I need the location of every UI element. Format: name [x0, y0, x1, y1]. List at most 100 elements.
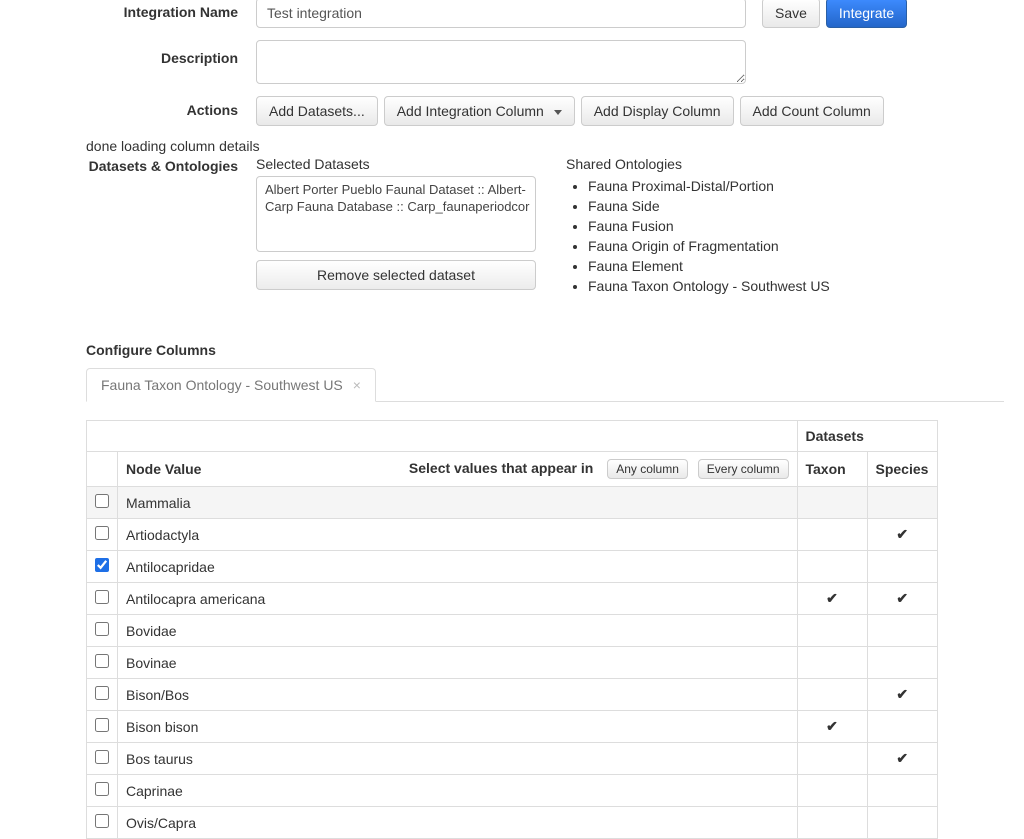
list-item[interactable]: Albert Porter Pueblo Faunal Dataset :: A…: [263, 181, 529, 198]
species-cell: [867, 711, 937, 743]
species-cell: [867, 551, 937, 583]
node-label: Antilocapridae: [118, 551, 798, 583]
table-row: Artiodactyla ✔: [87, 519, 937, 551]
shared-ontologies-header: Shared Ontologies: [566, 156, 830, 172]
list-item: Fauna Taxon Ontology - Southwest US: [588, 276, 830, 296]
list-item[interactable]: Carp Fauna Database :: Carp_faunaperiodc…: [263, 198, 529, 215]
row-checkbox[interactable]: [95, 590, 109, 604]
table-row: Bison/Bos ✔: [87, 679, 937, 711]
taxon-cell: ✔: [797, 583, 867, 615]
species-cell: ✔: [867, 679, 937, 711]
node-label: Antilocapra americana: [118, 583, 798, 615]
row-checkbox[interactable]: [95, 494, 109, 508]
check-icon: ✔: [896, 750, 908, 766]
taxon-cell: [797, 743, 867, 775]
list-item: Fauna Proximal-Distal/Portion: [588, 176, 830, 196]
add-display-column-button[interactable]: Add Display Column: [581, 96, 734, 126]
node-label: Caprinae: [118, 775, 798, 807]
table-row: Caprinae: [87, 775, 937, 807]
species-cell: ✔: [867, 519, 937, 551]
datasets-ontologies-label: Datasets & Ontologies: [20, 156, 256, 174]
node-label: Bos taurus: [118, 743, 798, 775]
node-label: Bison bison: [118, 711, 798, 743]
description-textarea[interactable]: [256, 40, 746, 84]
row-checkbox[interactable]: [95, 814, 109, 828]
tab-label: Fauna Taxon Ontology - Southwest US: [101, 377, 343, 393]
description-label: Description: [20, 40, 256, 66]
every-column-button[interactable]: Every column: [698, 459, 789, 479]
node-label: Bovinae: [118, 647, 798, 679]
taxon-cell: [797, 679, 867, 711]
row-checkbox[interactable]: [95, 622, 109, 636]
row-checkbox[interactable]: [95, 558, 109, 572]
add-integration-column-label: Add Integration Column: [397, 103, 544, 119]
chevron-down-icon: [554, 110, 562, 115]
node-table: Datasets Node Value Select values that a…: [87, 421, 937, 839]
taxon-cell: [797, 775, 867, 807]
add-datasets-button[interactable]: Add Datasets...: [256, 96, 378, 126]
check-icon: ✔: [896, 590, 908, 606]
checkbox-header-spacer: [87, 421, 118, 452]
list-item: Fauna Side: [588, 196, 830, 216]
row-checkbox[interactable]: [95, 782, 109, 796]
row-checkbox[interactable]: [95, 654, 109, 668]
tab-fauna-taxon[interactable]: Fauna Taxon Ontology - Southwest US ×: [86, 368, 376, 402]
close-icon[interactable]: ×: [353, 377, 361, 393]
any-column-button[interactable]: Any column: [607, 459, 688, 479]
actions-label: Actions: [20, 96, 256, 118]
selected-datasets-list[interactable]: Albert Porter Pueblo Faunal Dataset :: A…: [256, 176, 536, 252]
species-header: Species: [867, 452, 937, 487]
integration-name-label: Integration Name: [20, 0, 256, 20]
node-value-header: Node Value: [126, 461, 201, 477]
add-count-column-button[interactable]: Add Count Column: [740, 96, 884, 126]
check-icon: ✔: [896, 686, 908, 702]
taxon-cell: [797, 519, 867, 551]
table-row: Antilocapridae: [87, 551, 937, 583]
taxon-cell: [797, 487, 867, 519]
row-checkbox[interactable]: [95, 750, 109, 764]
shared-ontologies-list: Fauna Proximal-Distal/Portion Fauna Side…: [566, 176, 830, 296]
species-cell: ✔: [867, 743, 937, 775]
table-row: Bos taurus ✔: [87, 743, 937, 775]
node-header-spacer: [118, 421, 798, 452]
add-integration-column-button[interactable]: Add Integration Column: [384, 96, 575, 126]
table-row: Bison bison ✔: [87, 711, 937, 743]
row-checkbox[interactable]: [95, 526, 109, 540]
species-cell: [867, 775, 937, 807]
check-icon: ✔: [896, 526, 908, 542]
row-checkbox[interactable]: [95, 686, 109, 700]
check-icon: ✔: [826, 590, 838, 606]
status-text: done loading column details: [86, 138, 1004, 154]
table-row: Antilocapra americana ✔ ✔: [87, 583, 937, 615]
species-cell: [867, 647, 937, 679]
node-label: Mammalia: [118, 487, 798, 519]
taxon-cell: [797, 647, 867, 679]
selected-datasets-header: Selected Datasets: [256, 156, 536, 172]
species-cell: ✔: [867, 583, 937, 615]
taxon-cell: [797, 615, 867, 647]
row-checkbox[interactable]: [95, 718, 109, 732]
node-label: Bison/Bos: [118, 679, 798, 711]
list-item: Fauna Fusion: [588, 216, 830, 236]
datasets-header: Datasets: [797, 421, 937, 452]
species-cell: [867, 615, 937, 647]
remove-selected-dataset-button[interactable]: Remove selected dataset: [256, 260, 536, 290]
node-label: Bovidae: [118, 615, 798, 647]
node-label: Artiodactyla: [118, 519, 798, 551]
species-cell: [867, 487, 937, 519]
table-row: Mammalia: [87, 487, 937, 519]
taxon-cell: ✔: [797, 711, 867, 743]
checkbox-header: [87, 452, 118, 487]
table-row: Bovinae: [87, 647, 937, 679]
taxon-cell: [797, 551, 867, 583]
integration-name-input[interactable]: [256, 0, 746, 28]
taxon-header: Taxon: [797, 452, 867, 487]
list-item: Fauna Element: [588, 256, 830, 276]
filter-label: Select values that appear in: [409, 460, 603, 476]
check-icon: ✔: [826, 718, 838, 734]
table-row: Bovidae: [87, 615, 937, 647]
integrate-button[interactable]: Integrate: [826, 0, 907, 28]
save-button[interactable]: Save: [762, 0, 820, 28]
configure-columns-title: Configure Columns: [86, 342, 1004, 358]
list-item: Fauna Origin of Fragmentation: [588, 236, 830, 256]
